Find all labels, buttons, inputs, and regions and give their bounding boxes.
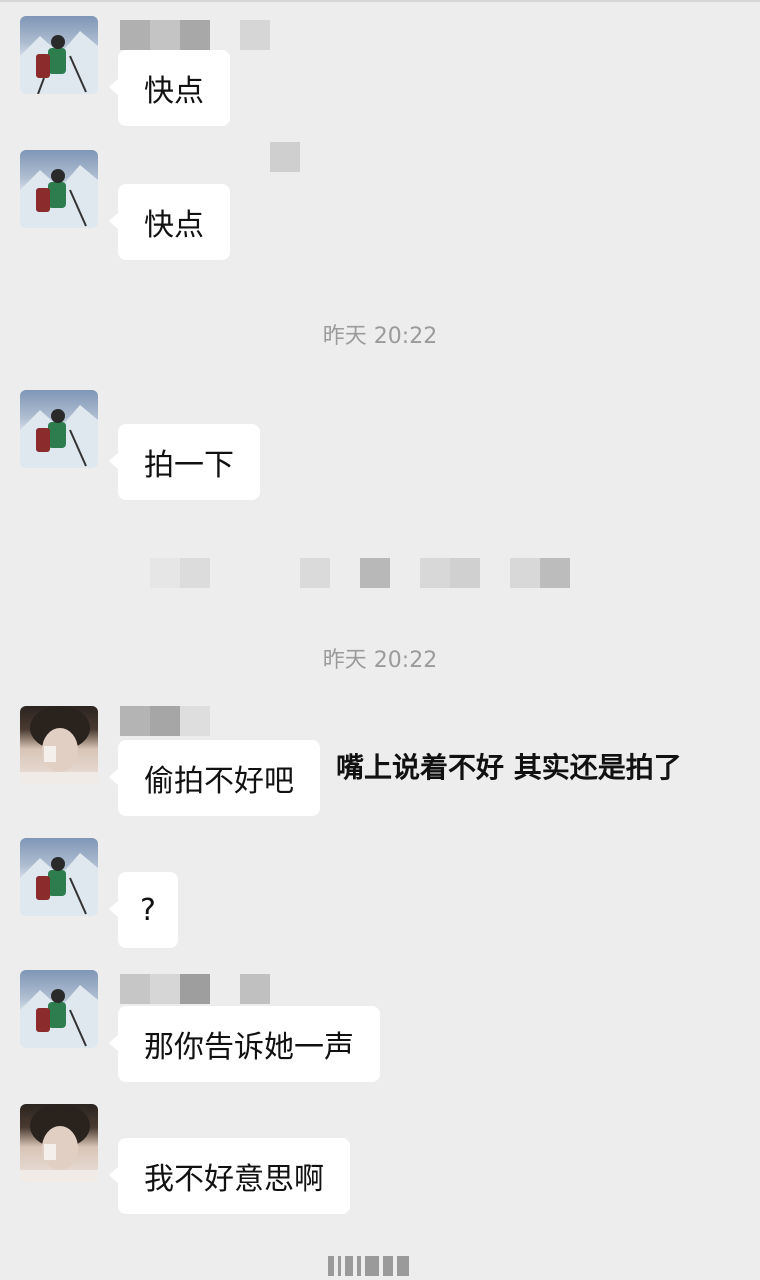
- sender-name-redacted: [120, 974, 270, 1004]
- message-text: 快点: [144, 208, 204, 243]
- message-text: 偷拍不好吧: [144, 764, 294, 799]
- message-bubble[interactable]: 偷拍不好吧: [109, 740, 320, 816]
- redacted-notice: [150, 558, 570, 588]
- sender-avatar[interactable]: [20, 1104, 98, 1182]
- message-text: ?: [140, 892, 156, 928]
- hiker-avatar-icon: [20, 405, 98, 468]
- message-text: 我不好意思啊: [144, 1162, 324, 1197]
- sender-name-redacted: [270, 142, 300, 172]
- timestamp: 昨天 20:22: [322, 324, 438, 349]
- message-text: 快点: [144, 74, 204, 109]
- timestamp: 昨天 20:22: [322, 648, 438, 673]
- sender-avatar[interactable]: [20, 16, 98, 94]
- message-text: 拍一下: [144, 448, 234, 483]
- message-bubble[interactable]: 快点: [109, 184, 230, 260]
- sender-avatar[interactable]: [20, 838, 98, 916]
- message-bubble[interactable]: 快点: [109, 50, 230, 126]
- hiker-avatar-icon: [20, 165, 98, 228]
- sender-name-redacted: [120, 20, 270, 50]
- person-avatar-icon: [20, 706, 98, 784]
- message-text: 那你告诉她一声: [144, 1030, 354, 1065]
- watermark-marks: [328, 1256, 409, 1276]
- person-avatar-icon: [20, 1104, 98, 1182]
- sender-name-redacted: [120, 706, 210, 736]
- hiker-avatar-icon: [20, 853, 98, 916]
- message-bubble[interactable]: 那你告诉她一声: [109, 1006, 380, 1082]
- message-bubble[interactable]: 拍一下: [109, 424, 260, 500]
- sender-avatar[interactable]: [20, 390, 98, 468]
- sender-avatar[interactable]: [20, 970, 98, 1048]
- hiker-avatar-icon: [20, 31, 98, 94]
- sender-avatar[interactable]: [20, 150, 98, 228]
- message-bubble[interactable]: 我不好意思啊: [109, 1138, 350, 1214]
- overlay-caption: 嘴上说着不好 其实还是拍了: [336, 751, 682, 784]
- top-divider: [0, 0, 760, 2]
- hiker-avatar-icon: [20, 985, 98, 1048]
- sender-avatar[interactable]: [20, 706, 98, 784]
- message-bubble[interactable]: ?: [109, 872, 178, 948]
